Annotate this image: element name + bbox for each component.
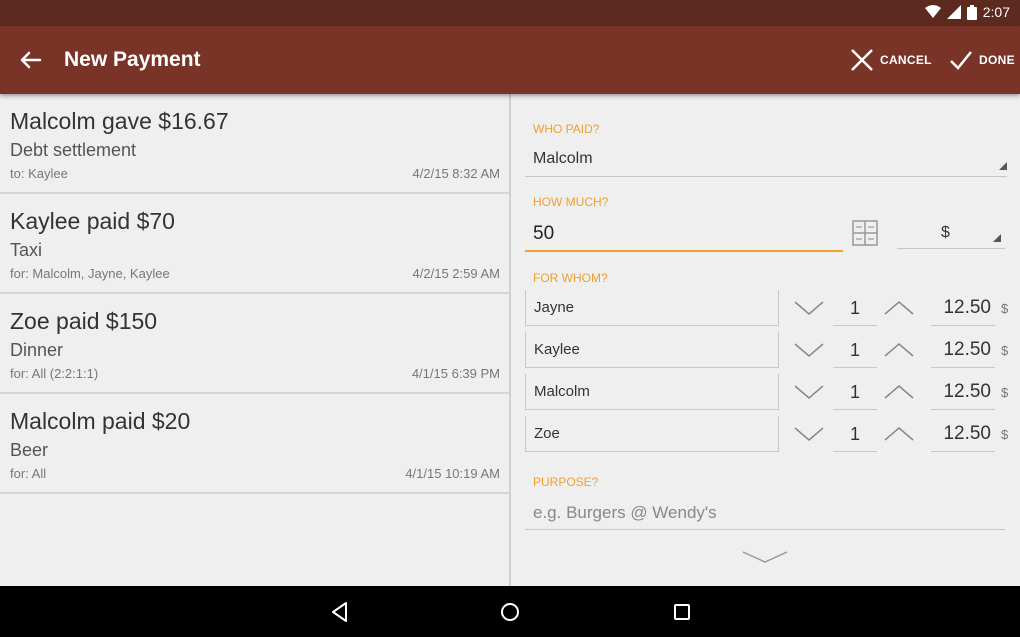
who-paid-label: WHO PAID?: [533, 122, 600, 136]
for-whom-label: FOR WHOM?: [533, 271, 608, 285]
payment-form: WHO PAID? Malcolm HOW MUCH? $ FOR WHOM? …: [511, 94, 1020, 586]
amount-input[interactable]: [525, 218, 843, 252]
done-label: DONE: [979, 53, 1015, 67]
chevron-up-icon[interactable]: [881, 378, 917, 404]
participant-weight: 1: [833, 374, 877, 410]
page-title: New Payment: [64, 48, 201, 71]
payment-purpose: Debt settlement: [10, 140, 137, 160]
payment-timestamp: 4/2/15 8:32 AM: [412, 166, 500, 181]
battery-icon: [966, 4, 977, 20]
participant-name-field[interactable]: Malcolm: [525, 374, 779, 410]
payment-purpose: Taxi: [10, 240, 43, 260]
payment-purpose: Beer: [10, 440, 49, 460]
nav-back-icon[interactable]: [326, 598, 354, 626]
list-item[interactable]: Malcolm paid $20 Beer for: All 4/1/15 10…: [0, 394, 509, 494]
participant-share[interactable]: 12.50: [931, 416, 995, 452]
payment-recipients: for: Malcolm, Jayne, Kaylee: [10, 266, 170, 281]
calculator-icon[interactable]: [851, 220, 879, 246]
list-item[interactable]: Malcolm gave $16.67 Debt settlement to: …: [0, 94, 509, 194]
cancel-button[interactable]: CANCEL: [850, 48, 932, 72]
wifi-icon: [924, 5, 941, 18]
payment-timestamp: 4/2/15 2:59 AM: [412, 266, 500, 281]
participant-name-field[interactable]: Jayne: [525, 290, 779, 326]
participant-row: Kaylee 1 12.50 $: [525, 332, 1015, 370]
participant-name: Malcolm: [534, 383, 590, 400]
signal-icon: [946, 5, 961, 19]
payment-headline: Kaylee paid $70: [10, 208, 175, 234]
payment-purpose: Dinner: [10, 340, 64, 360]
participant-currency: $: [1001, 385, 1009, 400]
payment-headline: Malcolm paid $20: [10, 408, 191, 434]
participant-row: Malcolm 1 12.50 $: [525, 374, 1015, 412]
chevron-up-icon[interactable]: [881, 420, 917, 446]
dropdown-arrow-icon: [999, 162, 1007, 170]
app-bar: New Payment CANCEL DONE: [0, 26, 1020, 94]
back-arrow-icon[interactable]: [14, 46, 46, 74]
payments-list: Malcolm gave $16.67 Debt settlement to: …: [0, 94, 509, 586]
who-paid-value: Malcolm: [533, 150, 593, 167]
participant-share[interactable]: 12.50: [931, 332, 995, 368]
purpose-label: PURPOSE?: [533, 475, 599, 489]
participant-name-field[interactable]: Kaylee: [525, 332, 779, 368]
participant-share[interactable]: 12.50: [931, 290, 995, 326]
participant-weight: 1: [833, 290, 877, 326]
participant-weight: 1: [833, 332, 877, 368]
payment-recipients: for: All (2:2:1:1): [10, 366, 99, 381]
participant-currency: $: [1001, 343, 1009, 358]
checkmark-icon: [950, 51, 972, 70]
chevron-down-icon[interactable]: [791, 378, 827, 404]
list-item[interactable]: Zoe paid $150 Dinner for: All (2:2:1:1) …: [0, 294, 509, 394]
status-bar: 2:07: [0, 0, 1020, 26]
participant-name: Kaylee: [534, 341, 580, 358]
participant-weight: 1: [833, 416, 877, 452]
chevron-up-icon[interactable]: [881, 336, 917, 362]
done-button[interactable]: DONE: [949, 48, 1015, 72]
clock-time: 2:07: [982, 4, 1010, 20]
list-item[interactable]: Kaylee paid $70 Taxi for: Malcolm, Jayne…: [0, 194, 509, 294]
chevron-down-icon[interactable]: [791, 294, 827, 320]
participant-row: Jayne 1 12.50 $: [525, 290, 1015, 328]
expand-chevron-icon[interactable]: [741, 548, 789, 568]
who-paid-dropdown[interactable]: Malcolm: [525, 142, 1007, 176]
cancel-label: CANCEL: [880, 53, 932, 67]
dropdown-arrow-icon: [993, 234, 1001, 242]
close-icon: [851, 49, 873, 71]
chevron-down-icon[interactable]: [791, 420, 827, 446]
nav-home-icon[interactable]: [496, 598, 524, 626]
nav-recents-icon[interactable]: [668, 598, 696, 626]
who-paid-underline: [525, 176, 1007, 177]
participant-currency: $: [1001, 427, 1009, 442]
payment-timestamp: 4/1/15 10:19 AM: [405, 466, 500, 481]
payment-headline: Malcolm gave $16.67: [10, 108, 229, 134]
payment-timestamp: 4/1/15 6:39 PM: [411, 366, 500, 381]
system-nav-bar: [0, 586, 1020, 637]
payment-recipients: for: All: [10, 466, 47, 481]
currency-underline: [897, 248, 1005, 249]
currency-dropdown[interactable]: $: [897, 218, 1005, 249]
participant-name: Jayne: [534, 299, 575, 316]
chevron-up-icon[interactable]: [881, 294, 917, 320]
participant-row: Zoe 1 12.50 $: [525, 416, 1015, 454]
chevron-down-icon[interactable]: [791, 336, 827, 362]
participant-name-field[interactable]: Zoe: [525, 416, 779, 452]
purpose-input[interactable]: [525, 496, 1005, 530]
status-icons: 2:07: [924, 4, 1010, 20]
participant-name: Zoe: [534, 425, 560, 442]
currency-value: $: [941, 224, 950, 241]
participant-share[interactable]: 12.50: [931, 374, 995, 410]
payment-recipients: to: Kaylee: [10, 166, 68, 181]
how-much-label: HOW MUCH?: [533, 195, 609, 209]
payment-headline: Zoe paid $150: [10, 308, 158, 334]
participant-currency: $: [1001, 301, 1009, 316]
